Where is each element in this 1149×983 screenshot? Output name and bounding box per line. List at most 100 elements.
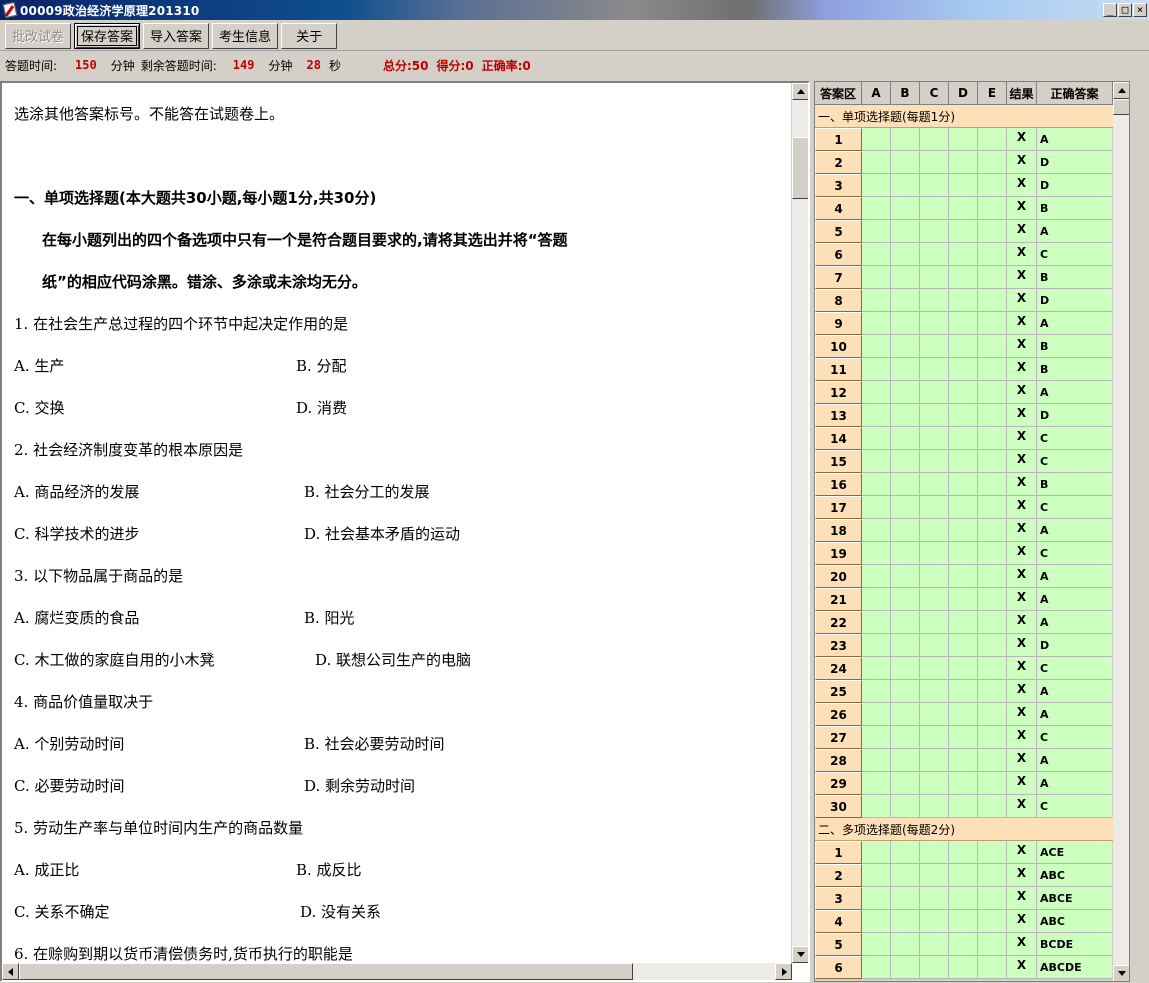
choice-cell-d[interactable] bbox=[949, 289, 978, 312]
choice-cell-a[interactable] bbox=[862, 887, 891, 910]
choice-cell-a[interactable] bbox=[862, 381, 891, 404]
choice-cell-e[interactable] bbox=[978, 956, 1007, 979]
student-info-button[interactable]: 考生信息 bbox=[212, 22, 279, 49]
choice-cell-d[interactable] bbox=[949, 335, 978, 358]
choice-cell-a[interactable] bbox=[862, 910, 891, 933]
choice-cell-b[interactable] bbox=[891, 128, 920, 151]
choice-cell-b[interactable] bbox=[891, 565, 920, 588]
choice-cell-d[interactable] bbox=[949, 933, 978, 956]
save-answers-button[interactable]: 保存答案 bbox=[74, 22, 141, 49]
choice-cell-d[interactable] bbox=[949, 381, 978, 404]
choice-cell-d[interactable] bbox=[949, 680, 978, 703]
choice-cell-e[interactable] bbox=[978, 519, 1007, 542]
choice-cell-c[interactable] bbox=[920, 358, 949, 381]
scroll-down-button[interactable] bbox=[792, 946, 808, 963]
choice-cell-c[interactable] bbox=[920, 611, 949, 634]
choice-cell-c[interactable] bbox=[920, 749, 949, 772]
choice-cell-a[interactable] bbox=[862, 266, 891, 289]
choice-cell-b[interactable] bbox=[891, 841, 920, 864]
choice-cell-b[interactable] bbox=[891, 312, 920, 335]
choice-cell-a[interactable] bbox=[862, 519, 891, 542]
choice-cell-d[interactable] bbox=[949, 887, 978, 910]
choice-cell-a[interactable] bbox=[862, 220, 891, 243]
choice-cell-a[interactable] bbox=[862, 864, 891, 887]
choice-cell-a[interactable] bbox=[862, 496, 891, 519]
choice-cell-e[interactable] bbox=[978, 312, 1007, 335]
choice-cell-b[interactable] bbox=[891, 358, 920, 381]
choice-cell-a[interactable] bbox=[862, 657, 891, 680]
choice-cell-c[interactable] bbox=[920, 266, 949, 289]
choice-cell-e[interactable] bbox=[978, 174, 1007, 197]
choice-cell-e[interactable] bbox=[978, 266, 1007, 289]
choice-cell-a[interactable] bbox=[862, 174, 891, 197]
choice-cell-c[interactable] bbox=[920, 565, 949, 588]
title-bar[interactable]: 00009政治经济学原理201310 _ □ × bbox=[0, 0, 1149, 20]
choice-cell-a[interactable] bbox=[862, 542, 891, 565]
scroll-thumb[interactable] bbox=[792, 137, 808, 199]
choice-cell-e[interactable] bbox=[978, 795, 1007, 818]
scroll-right-button[interactable] bbox=[775, 963, 792, 980]
choice-cell-c[interactable] bbox=[920, 933, 949, 956]
choice-cell-e[interactable] bbox=[978, 220, 1007, 243]
choice-cell-d[interactable] bbox=[949, 128, 978, 151]
choice-cell-d[interactable] bbox=[949, 266, 978, 289]
choice-cell-e[interactable] bbox=[978, 910, 1007, 933]
choice-cell-b[interactable] bbox=[891, 243, 920, 266]
choice-cell-e[interactable] bbox=[978, 680, 1007, 703]
choice-cell-c[interactable] bbox=[920, 657, 949, 680]
choice-cell-c[interactable] bbox=[920, 680, 949, 703]
choice-cell-d[interactable] bbox=[949, 795, 978, 818]
choice-cell-b[interactable] bbox=[891, 473, 920, 496]
choice-cell-d[interactable] bbox=[949, 496, 978, 519]
choice-cell-e[interactable] bbox=[978, 772, 1007, 795]
about-button[interactable]: 关于 bbox=[281, 22, 338, 49]
choice-cell-d[interactable] bbox=[949, 174, 978, 197]
choice-cell-c[interactable] bbox=[920, 496, 949, 519]
choice-cell-e[interactable] bbox=[978, 542, 1007, 565]
choice-cell-e[interactable] bbox=[978, 726, 1007, 749]
choice-cell-e[interactable] bbox=[978, 933, 1007, 956]
question-pane[interactable]: 选涂其他答案标号。不能答在试题卷上。 一、单项选择题(本大题共30小题,每小题1… bbox=[0, 81, 810, 982]
choice-cell-a[interactable] bbox=[862, 611, 891, 634]
choice-cell-a[interactable] bbox=[862, 427, 891, 450]
choice-cell-a[interactable] bbox=[862, 841, 891, 864]
choice-cell-c[interactable] bbox=[920, 772, 949, 795]
choice-cell-d[interactable] bbox=[949, 726, 978, 749]
choice-cell-b[interactable] bbox=[891, 266, 920, 289]
choice-cell-c[interactable] bbox=[920, 151, 949, 174]
choice-cell-d[interactable] bbox=[949, 657, 978, 680]
choice-cell-d[interactable] bbox=[949, 197, 978, 220]
choice-cell-b[interactable] bbox=[891, 864, 920, 887]
choice-cell-c[interactable] bbox=[920, 634, 949, 657]
choice-cell-b[interactable] bbox=[891, 151, 920, 174]
choice-cell-b[interactable] bbox=[891, 634, 920, 657]
choice-cell-e[interactable] bbox=[978, 289, 1007, 312]
choice-cell-a[interactable] bbox=[862, 933, 891, 956]
choice-cell-d[interactable] bbox=[949, 542, 978, 565]
choice-cell-e[interactable] bbox=[978, 151, 1007, 174]
choice-cell-a[interactable] bbox=[862, 749, 891, 772]
choice-cell-e[interactable] bbox=[978, 197, 1007, 220]
choice-cell-d[interactable] bbox=[949, 749, 978, 772]
restore-button[interactable]: □ bbox=[1118, 3, 1132, 17]
scroll-thumb[interactable] bbox=[1113, 99, 1129, 115]
choice-cell-b[interactable] bbox=[891, 726, 920, 749]
choice-cell-c[interactable] bbox=[920, 404, 949, 427]
choice-cell-c[interactable] bbox=[920, 726, 949, 749]
choice-cell-b[interactable] bbox=[891, 933, 920, 956]
close-button[interactable]: × bbox=[1133, 3, 1147, 17]
choice-cell-c[interactable] bbox=[920, 910, 949, 933]
choice-cell-b[interactable] bbox=[891, 795, 920, 818]
choice-cell-c[interactable] bbox=[920, 335, 949, 358]
choice-cell-d[interactable] bbox=[949, 841, 978, 864]
question-horizontal-scrollbar[interactable] bbox=[2, 963, 792, 980]
choice-cell-d[interactable] bbox=[949, 565, 978, 588]
choice-cell-c[interactable] bbox=[920, 542, 949, 565]
choice-cell-e[interactable] bbox=[978, 358, 1007, 381]
choice-cell-b[interactable] bbox=[891, 749, 920, 772]
choice-cell-d[interactable] bbox=[949, 358, 978, 381]
question-vertical-scrollbar[interactable] bbox=[791, 83, 808, 963]
choice-cell-a[interactable] bbox=[862, 151, 891, 174]
choice-cell-e[interactable] bbox=[978, 611, 1007, 634]
choice-cell-e[interactable] bbox=[978, 565, 1007, 588]
